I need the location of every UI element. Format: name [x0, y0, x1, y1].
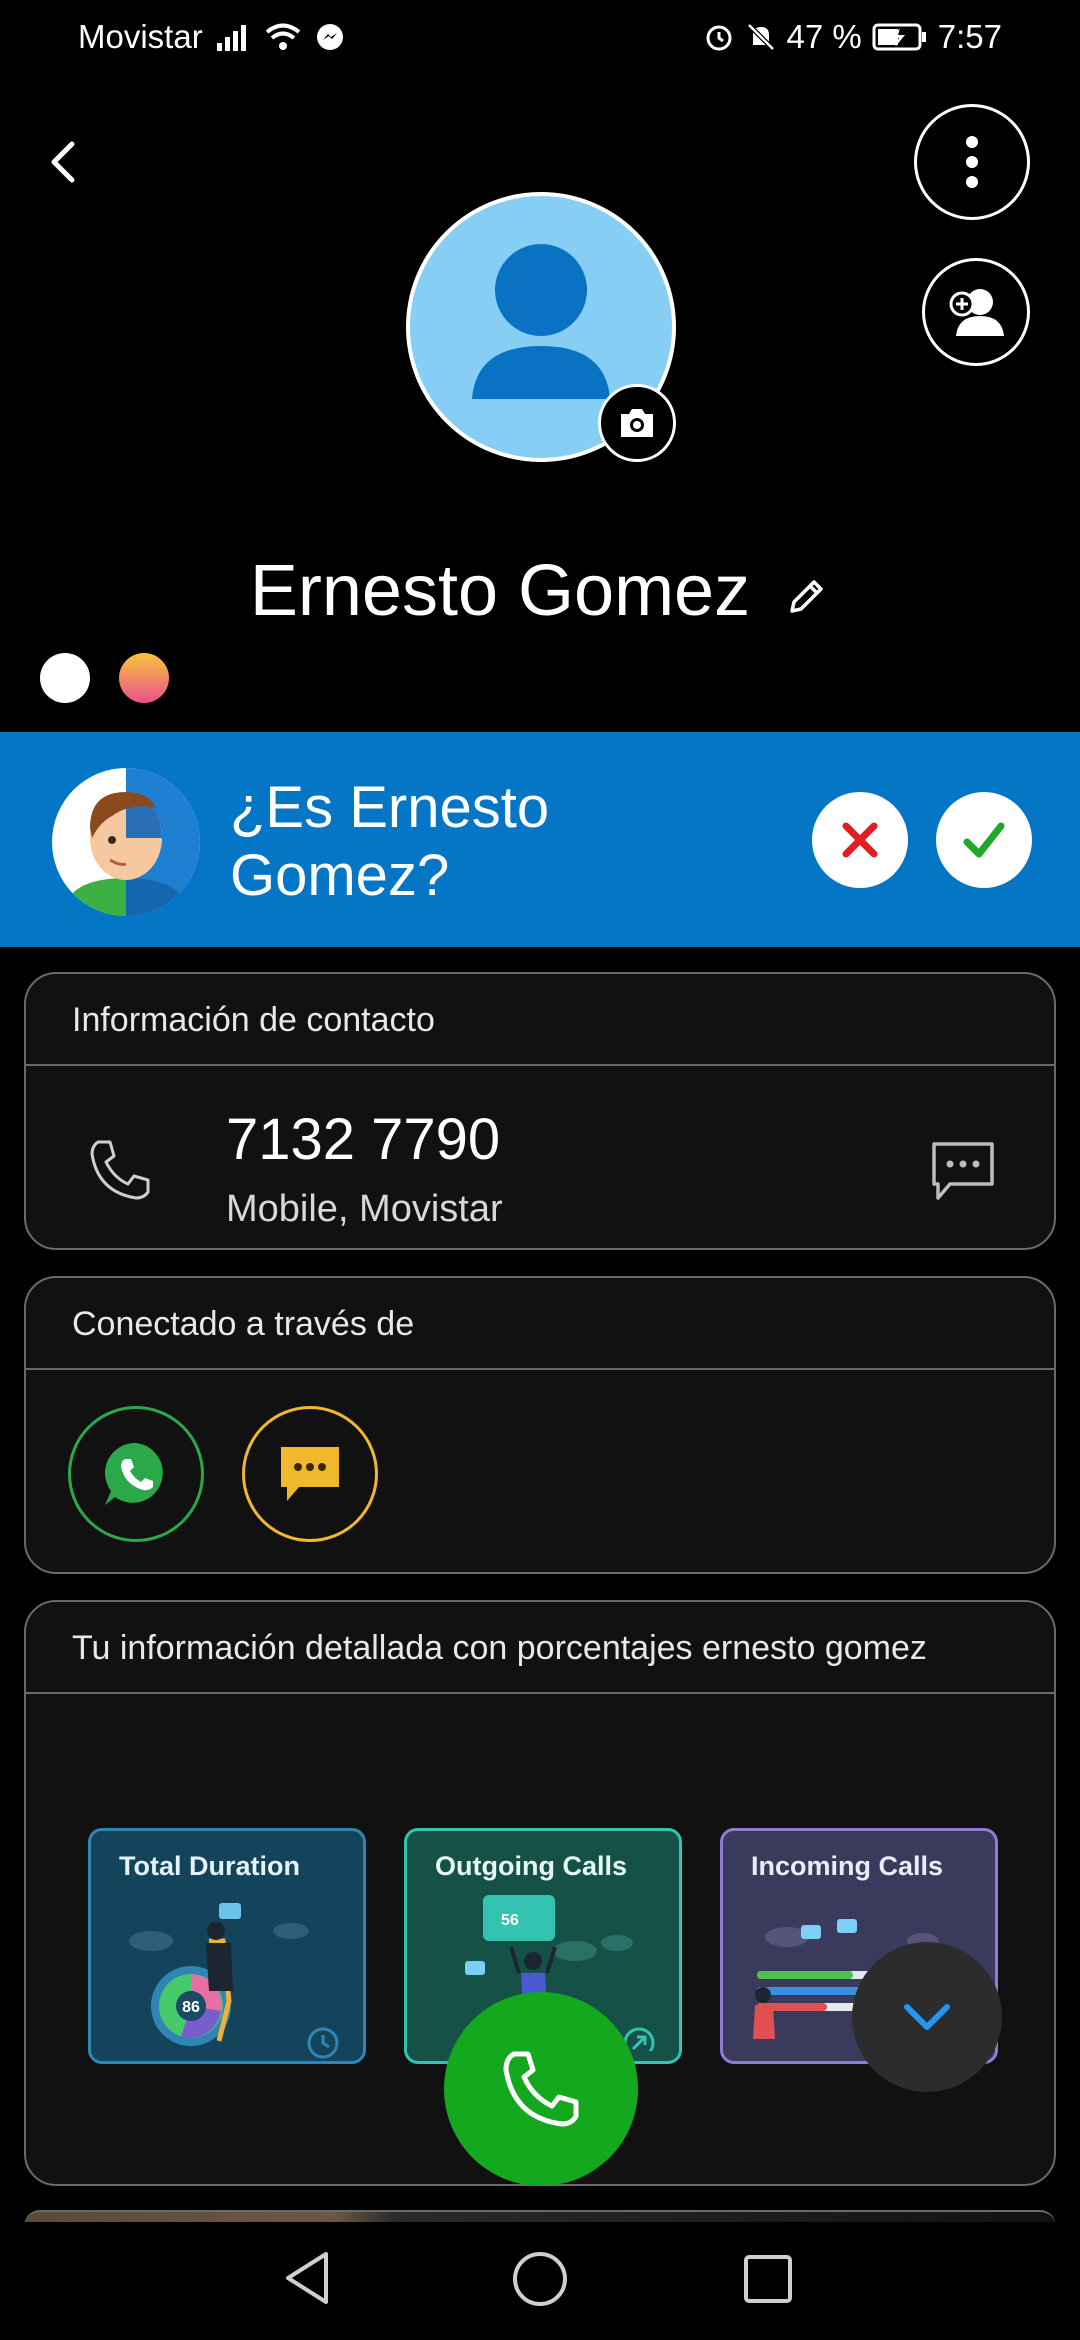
contact-info-card: Información de contacto 7132 7790 Mobile…: [24, 972, 1056, 1250]
signal-icon: [216, 25, 246, 51]
carrier-label: Movistar: [78, 18, 203, 55]
duration-illustration: 86: [129, 1903, 339, 2059]
suggestion-avatar: [52, 768, 200, 916]
mute-bell-icon: [746, 23, 775, 51]
sms-chat-button[interactable]: [242, 1406, 378, 1542]
add-contact-button[interactable]: [922, 258, 1030, 366]
tile-title: Total Duration: [119, 1851, 300, 1881]
contact-name: Ernesto Gomez: [249, 551, 751, 631]
whatsapp-button[interactable]: [68, 1406, 204, 1542]
call-fab[interactable]: [444, 1992, 638, 2186]
contact-name-row: Ernesto Gomez: [0, 550, 1080, 632]
outgoing-value: 56: [501, 1912, 519, 1929]
connected-via-header: Conectado a través de: [26, 1278, 1054, 1370]
more-options-button[interactable]: [914, 104, 1030, 220]
more-vert-icon: [966, 136, 978, 188]
theme-dot-white[interactable]: [40, 653, 90, 703]
clock: 7:57: [937, 18, 1002, 55]
total-duration-tile[interactable]: Total Duration 86: [88, 1828, 366, 2064]
edit-icon[interactable]: [784, 573, 830, 619]
message-icon[interactable]: [930, 1140, 996, 1204]
nav-back-icon[interactable]: [282, 2248, 334, 2308]
system-nav-bar: [0, 2222, 1080, 2340]
phone-type: Mobile, Movistar: [226, 1188, 503, 1230]
theme-dot-gradient[interactable]: [119, 653, 169, 703]
whatsapp-icon: [104, 1442, 163, 1505]
connected-via-card: Conectado a través de: [24, 1276, 1056, 1574]
chat-icon: [281, 1447, 339, 1501]
camera-icon: [621, 409, 653, 437]
cartoon-face-icon: [62, 768, 200, 916]
confirm-suggestion-button[interactable]: [936, 792, 1032, 888]
suggestion-question: ¿Es Ernesto Gomez?: [230, 775, 550, 908]
close-icon: [842, 822, 878, 858]
change-photo-button[interactable]: [598, 384, 676, 462]
battery-percent: 47 %: [786, 18, 862, 55]
messenger-icon: [316, 24, 343, 50]
add-contact-icon: [949, 289, 1004, 336]
alarm-icon: [706, 25, 732, 51]
check-icon: [963, 822, 1005, 858]
contact-info-header: Información de contacto: [26, 974, 1054, 1066]
phone-number[interactable]: 7132 7790: [226, 1106, 500, 1173]
tile-title: Outgoing Calls: [435, 1851, 627, 1881]
nav-recents-icon[interactable]: [742, 2253, 794, 2305]
phone-icon: [90, 1140, 150, 1200]
call-icon: [503, 2051, 579, 2127]
back-icon: [51, 141, 75, 183]
status-bar: Movistar 47 % 7:57: [0, 0, 1080, 76]
reject-suggestion-button[interactable]: [812, 792, 908, 888]
tile-title: Incoming Calls: [751, 1851, 944, 1881]
detailed-info-header: Tu información detallada con porcentajes…: [26, 1602, 1054, 1694]
nav-home-icon[interactable]: [511, 2250, 569, 2308]
wifi-icon: [265, 23, 300, 50]
scroll-down-fab[interactable]: [852, 1942, 1002, 2092]
duration-value: 86: [182, 1999, 200, 2016]
chevron-down-icon: [904, 2004, 950, 2030]
battery-icon: [872, 23, 926, 51]
back-button[interactable]: [36, 130, 92, 194]
suggestion-banner: ¿Es Ernesto Gomez?: [0, 732, 1080, 947]
